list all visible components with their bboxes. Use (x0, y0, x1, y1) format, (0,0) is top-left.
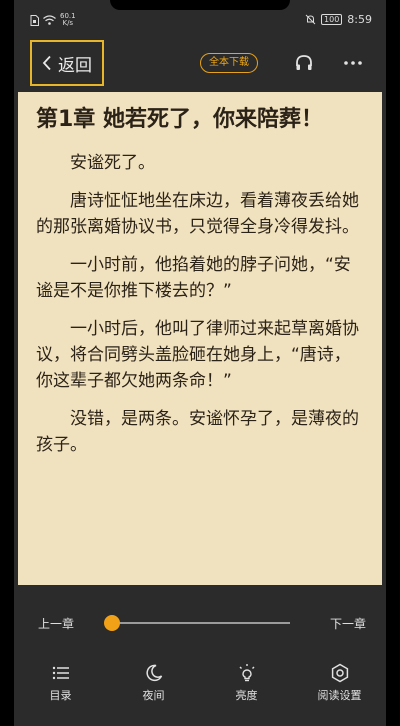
more-options-icon[interactable] (342, 53, 364, 73)
prev-chapter-button[interactable]: 上一章 (38, 615, 74, 632)
status-right: 100 8:59 (305, 13, 372, 26)
paragraph: 没错，是两条。安谧怀孕了，是薄夜的孩子。 (36, 409, 359, 455)
status-left: 60.1 K/s (30, 13, 76, 27)
paragraph: 一小时后，他叫了律师过来起草离婚协议，将合同劈头盖脸砸在她身上，“唐诗，你这辈子… (36, 319, 359, 391)
network-speed: 60.1 K/s (60, 13, 76, 27)
list-icon (52, 666, 69, 680)
nav-item-label: 夜间 (142, 689, 165, 702)
nav-item-label: 目录 (49, 689, 72, 702)
paragraph: 唐诗怔怔地坐在床边，看着薄夜丢给她的那张离婚协议书，只觉得全身冷得发抖。 (36, 191, 359, 237)
chevron-left-icon (42, 55, 51, 71)
top-toolbar: 返回 全本下载 (14, 36, 386, 92)
nav-item-label: 亮度 (235, 689, 258, 702)
nav-item-brightness[interactable]: 亮度 (212, 663, 282, 713)
back-label: 返回 (58, 55, 92, 76)
sim-card-icon (30, 14, 39, 26)
paragraph: 安谧死了。 (70, 153, 155, 173)
battery-indicator: 100 (321, 14, 343, 25)
network-speed-unit: K/s (62, 19, 74, 27)
status-bar: 60.1 K/s 100 8:59 (14, 10, 386, 34)
gear-icon (331, 663, 348, 683)
download-full-book-button[interactable]: 全本下载 (200, 53, 258, 73)
moon-icon (145, 664, 162, 682)
back-button[interactable]: 返回 (30, 40, 104, 86)
bottom-nav: 目录 夜间 亮度 阅读设置 (14, 663, 386, 713)
paragraph: 一小时前，他掐着她的脖子问她，“安谧是不是你推下楼去的？” (36, 255, 351, 301)
nav-item-reading-settings[interactable]: 阅读设置 (305, 663, 375, 713)
mute-bell-icon (305, 14, 316, 25)
brightness-icon (239, 664, 254, 682)
reader-control-panel: 上一章 下一章 目录 夜间 亮度 阅读设置 (14, 585, 386, 726)
camera-notch (110, 0, 290, 10)
next-chapter-button[interactable]: 下一章 (330, 615, 366, 632)
chapter-title: 第1章 她若死了，你来陪葬！ (36, 107, 323, 132)
nav-item-toc[interactable]: 目录 (26, 663, 96, 713)
reading-page[interactable]: 第1章 她若死了，你来陪葬！ 安谧死了。 唐诗怔怔地坐在床边，看着薄夜丢给她的那… (18, 92, 382, 585)
clock: 8:59 (347, 13, 372, 26)
wifi-icon (43, 15, 56, 25)
headphones-icon[interactable] (294, 53, 314, 73)
phone-screen: 60.1 K/s 100 8:59 返回 全本下载 第1章 她若死了，你来陪葬！… (14, 0, 386, 726)
chapter-progress-slider[interactable] (106, 622, 290, 624)
nav-item-label: 阅读设置 (317, 689, 362, 702)
chapter-progress-slider-thumb[interactable] (104, 615, 120, 631)
nav-item-night-mode[interactable]: 夜间 (119, 663, 189, 713)
